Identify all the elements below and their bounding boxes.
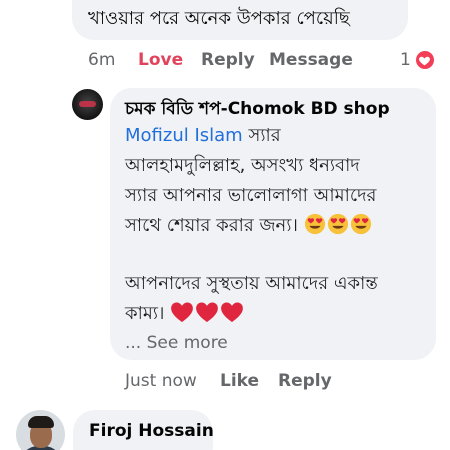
reply-text-segment: কাম্য।	[125, 303, 171, 324]
red-heart-icon	[221, 302, 244, 322]
reply-author-name[interactable]: চমক বিডি শপ-Chomok BD shop	[125, 97, 436, 121]
reply-text-segment: স্যার	[242, 125, 281, 146]
next-comment-author-name[interactable]: Firoj Hossain	[89, 419, 214, 443]
user-avatar[interactable]	[16, 410, 65, 450]
previous-comment-text: খাওয়ার পরে অনেক উপকার পেয়েছি	[88, 8, 350, 29]
reply-text-line: Mofizul Islam স্যার	[125, 121, 425, 151]
reply-text-line: স্যার আপনার ভালোলাগা আমাদের	[125, 185, 377, 206]
previous-comment-actions: 6m Love Reply Message 1	[88, 48, 438, 72]
heart-icon	[413, 49, 436, 71]
heart-eyes-emoji-icon	[304, 213, 325, 235]
red-heart-icon	[171, 302, 194, 322]
reply-text-line: আলহামদুলিল্লাহ, অসংখ্য ধন্যবাদ	[125, 155, 360, 176]
previous-comment-bubble: খাওয়ার পরে অনেক উপকার পেয়েছি	[72, 0, 408, 40]
reply-button[interactable]: Reply	[201, 48, 255, 72]
reply-text-line: সাথে শেয়ার করার জন্য।	[125, 211, 425, 241]
reaction-count: 1	[400, 50, 411, 70]
comment-timestamp: 6m	[88, 50, 116, 70]
heart-eyes-emoji-icon	[350, 213, 371, 235]
reply-comment-text: Mofizul Islam স্যার আলহামদুলিল্লাহ, অসংখ…	[125, 121, 425, 329]
reply-text-line: আপনাদের সুস্থতায় আমাদের একান্ত	[125, 273, 378, 294]
love-button[interactable]: Love	[138, 48, 183, 72]
reply-text-line: কাম্য।	[125, 299, 425, 329]
heart-eyes-emoji-icon	[327, 213, 348, 235]
see-more-link[interactable]: ... See more	[125, 331, 436, 355]
page-avatar[interactable]	[72, 89, 103, 120]
reply-text-segment: সাথে শেয়ার করার জন্য।	[125, 215, 304, 236]
reaction-summary[interactable]: 1	[400, 48, 436, 72]
message-button[interactable]: Message	[269, 48, 353, 72]
reply-button[interactable]: Reply	[278, 369, 332, 393]
comment-timestamp: Just now	[125, 371, 197, 391]
red-heart-icon	[196, 302, 219, 322]
mention-link[interactable]: Mofizul Islam	[125, 125, 243, 146]
reply-comment-bubble: চমক বিডি শপ-Chomok BD shop Mofizul Islam…	[110, 88, 436, 360]
like-button[interactable]: Like	[220, 369, 259, 393]
page-logo	[79, 101, 96, 107]
next-comment-bubble: Firoj Hossain	[73, 410, 214, 450]
